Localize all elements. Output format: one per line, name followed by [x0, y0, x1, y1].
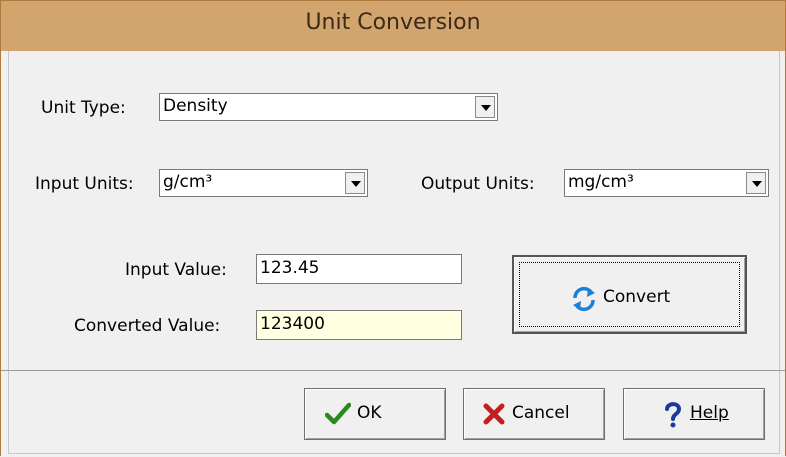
- cancel-button[interactable]: Cancel: [463, 388, 605, 440]
- unit-type-label: Unit Type:: [41, 98, 126, 118]
- converted-value-text: 123400: [260, 314, 325, 334]
- refresh-icon: [573, 286, 595, 312]
- dialog-title: Unit Conversion: [305, 10, 481, 35]
- button-bar: OK Cancel Help: [8, 371, 780, 454]
- dialog-footer: OK Cancel Help: [1, 370, 785, 457]
- input-value-text: 123.45: [260, 258, 320, 278]
- chevron-down-icon[interactable]: [475, 96, 495, 118]
- input-units-select[interactable]: g/cm³: [159, 169, 368, 197]
- output-units-value: mg/cm³: [568, 172, 634, 192]
- chevron-down-icon[interactable]: [345, 172, 365, 194]
- converted-value-field[interactable]: 123400: [256, 310, 462, 340]
- output-units-label: Output Units:: [421, 174, 535, 194]
- ok-button[interactable]: OK: [304, 388, 446, 440]
- input-value-label: Input Value:: [125, 260, 227, 280]
- checkmark-icon: [325, 402, 351, 425]
- chevron-down-icon[interactable]: [746, 172, 766, 194]
- help-button[interactable]: Help: [623, 388, 765, 440]
- input-units-value: g/cm³: [163, 172, 213, 192]
- input-units-label: Input Units:: [35, 174, 134, 194]
- x-icon: [483, 403, 505, 425]
- convert-label: Convert: [603, 287, 671, 307]
- dialog-content: Unit Type: Density Input Units: g/cm³ Ou…: [8, 51, 780, 370]
- ok-label: OK: [357, 403, 382, 423]
- converted-value-label: Converted Value:: [74, 316, 221, 336]
- title-bar[interactable]: Unit Conversion: [1, 1, 785, 51]
- unit-conversion-dialog: Unit Conversion Unit Type: Density Input…: [0, 0, 786, 457]
- help-label: Help: [690, 403, 729, 423]
- unit-type-value: Density: [163, 96, 228, 116]
- question-icon: [665, 402, 682, 428]
- input-value-field[interactable]: 123.45: [256, 254, 462, 284]
- output-units-select[interactable]: mg/cm³: [564, 169, 769, 197]
- cancel-label: Cancel: [512, 403, 570, 423]
- unit-type-select[interactable]: Density: [159, 93, 498, 121]
- convert-button[interactable]: Convert: [512, 255, 747, 334]
